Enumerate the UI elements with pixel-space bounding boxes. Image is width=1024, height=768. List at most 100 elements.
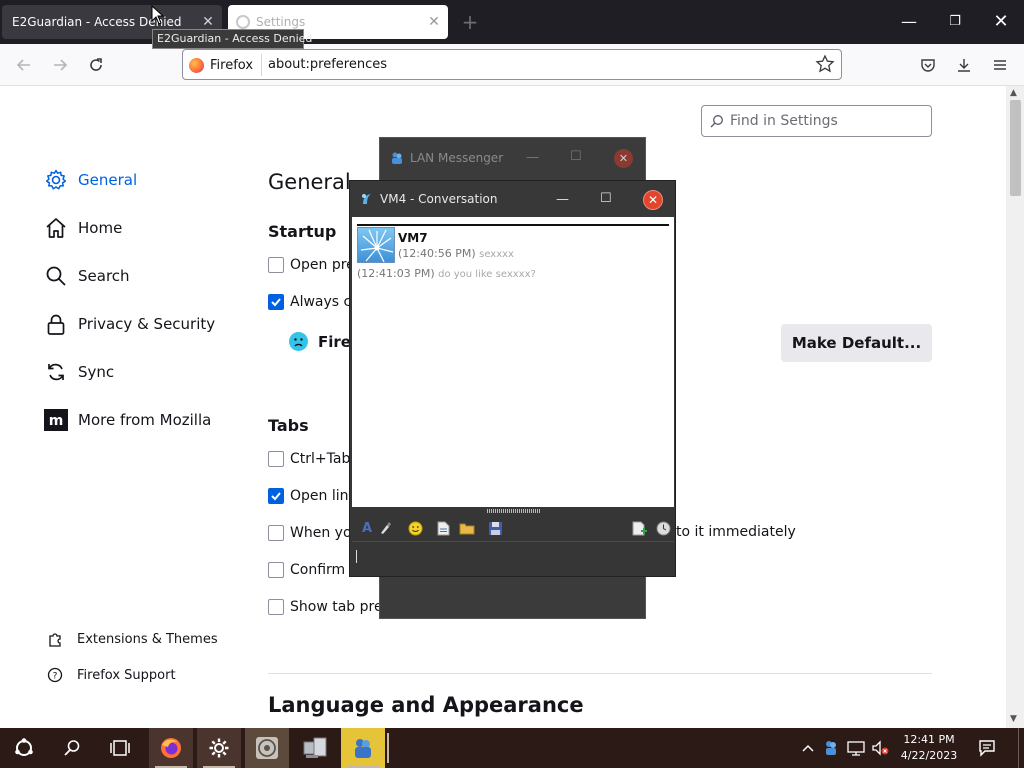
back-button[interactable] xyxy=(10,51,38,79)
download-icon xyxy=(958,59,970,72)
taskbar-lan-messenger[interactable] xyxy=(341,728,385,768)
checkbox[interactable] xyxy=(268,562,284,578)
firefox-icon xyxy=(161,738,181,758)
maximize-button[interactable]: ☐ xyxy=(570,149,582,164)
window-close-button[interactable]: ✕ xyxy=(986,8,1016,36)
pocket-icon xyxy=(921,59,935,72)
show-desktop-button[interactable] xyxy=(1018,728,1024,768)
checkbox-checked[interactable] xyxy=(268,294,284,310)
downloads-button[interactable] xyxy=(950,51,978,79)
message-text: do you like sexxxx? xyxy=(438,269,536,280)
checkbox[interactable] xyxy=(268,525,284,541)
page-title: General xyxy=(268,170,351,194)
splitter-handle[interactable] xyxy=(487,509,541,513)
identity-box[interactable]: Firefox xyxy=(189,54,263,76)
confirm-before-closing-option[interactable]: Confirm b xyxy=(268,562,359,578)
window-maximize-button[interactable]: ❐ xyxy=(940,8,970,36)
conversation-window[interactable]: VM4 - Conversation — ☐ ✕ VM7 (12:40:56 P… xyxy=(349,180,676,577)
taskbar-search-button[interactable] xyxy=(50,728,94,768)
reload-icon xyxy=(90,58,102,71)
category-more-from-mozilla[interactable]: m More from Mozilla xyxy=(44,408,211,432)
url-text[interactable]: about:preferences xyxy=(268,57,387,72)
category-home[interactable]: Home xyxy=(44,216,122,240)
make-default-button[interactable]: Make Default... xyxy=(781,324,932,362)
scroll-up-icon[interactable]: ▲ xyxy=(1010,88,1017,98)
brush-icon[interactable] xyxy=(376,519,394,537)
bookmark-star-icon[interactable] xyxy=(815,54,835,74)
extensions-themes-link[interactable]: Extensions & Themes xyxy=(46,630,218,648)
close-tab-icon[interactable]: ✕ xyxy=(420,14,448,30)
message-history[interactable]: VM7 (12:40:56 PM) sexxxx (12:41:03 PM) d… xyxy=(352,217,674,507)
checkbox[interactable] xyxy=(268,599,284,615)
open-previous-option[interactable]: Open pre xyxy=(268,257,355,273)
tray-network[interactable] xyxy=(845,728,867,768)
maximize-button[interactable]: ☐ xyxy=(600,191,612,206)
lan-messenger-titlebar[interactable]: LAN Messenger — ☐ ✕ xyxy=(380,138,645,178)
conversation-toolbar: A xyxy=(352,515,674,541)
category-general[interactable]: General xyxy=(44,168,137,192)
minimize-button[interactable]: — xyxy=(526,150,539,165)
system-clock[interactable]: 12:41 PM 4/22/2023 xyxy=(893,732,965,764)
checkbox[interactable] xyxy=(268,257,284,273)
section-divider xyxy=(268,673,932,674)
page-scrollbar[interactable]: ▲ ▼ xyxy=(1006,86,1024,728)
taskbar-disk[interactable] xyxy=(245,728,289,768)
category-label: Home xyxy=(78,219,123,237)
folder-icon[interactable] xyxy=(458,519,476,537)
reload-button[interactable] xyxy=(82,51,110,79)
history-icon[interactable] xyxy=(654,519,672,537)
find-in-settings-input[interactable]: Find in Settings xyxy=(701,105,932,137)
always-check-default-option[interactable]: Always ch xyxy=(268,294,360,310)
file-icon[interactable] xyxy=(434,519,452,537)
taskbar-computer[interactable] xyxy=(293,728,337,768)
font-icon[interactable]: A xyxy=(358,519,376,537)
checkbox[interactable] xyxy=(268,451,284,467)
tabs-heading: Tabs xyxy=(268,416,309,435)
tray-lan-messenger[interactable] xyxy=(822,728,840,768)
smiley-icon[interactable] xyxy=(406,519,424,537)
pocket-button[interactable] xyxy=(914,51,942,79)
scroll-thumb[interactable] xyxy=(1010,100,1021,196)
close-button[interactable]: ✕ xyxy=(643,190,663,210)
open-links-in-tabs-option[interactable]: Open link xyxy=(268,488,357,504)
sync-icon xyxy=(44,360,68,384)
network-icon xyxy=(847,741,865,756)
notification-icon xyxy=(979,740,995,757)
close-button[interactable]: ✕ xyxy=(614,149,633,168)
save-icon[interactable] xyxy=(486,519,504,537)
option-label-suffix: to it immediately xyxy=(676,524,796,540)
forward-arrow-icon xyxy=(54,59,68,71)
tray-expand-button[interactable] xyxy=(798,728,818,768)
firefox-support-link[interactable]: ? Firefox Support xyxy=(46,666,176,684)
conversation-titlebar[interactable]: VM4 - Conversation — ☐ ✕ xyxy=(350,181,675,217)
url-bar[interactable]: Firefox about:preferences xyxy=(182,49,842,80)
add-note-icon[interactable] xyxy=(630,519,648,537)
new-tab-button[interactable]: + xyxy=(456,8,484,36)
desktop-screen: E2Guardian - Access Denied ✕ Settings ✕ … xyxy=(0,0,1024,768)
window-minimize-button[interactable]: — xyxy=(894,8,924,36)
volume-muted-icon xyxy=(872,740,889,756)
taskbar-firefox[interactable] xyxy=(149,728,193,768)
minimize-button[interactable]: — xyxy=(556,192,569,207)
message-time: (12:41:03 PM) xyxy=(357,267,435,280)
category-search[interactable]: Search xyxy=(44,264,130,288)
forward-button[interactable] xyxy=(46,51,74,79)
task-view-button[interactable] xyxy=(98,728,142,768)
message-input[interactable] xyxy=(352,541,674,575)
ctrl-tab-option[interactable]: Ctrl+Tab xyxy=(268,451,350,467)
app-menu-button[interactable] xyxy=(986,51,1014,79)
scroll-down-icon[interactable]: ▼ xyxy=(1010,714,1017,724)
taskbar-settings[interactable] xyxy=(197,728,241,768)
notification-center-button[interactable] xyxy=(972,728,1002,768)
history-divider xyxy=(357,224,669,226)
category-sync[interactable]: Sync xyxy=(44,360,114,384)
tray-volume[interactable] xyxy=(869,728,891,768)
checkbox-checked[interactable] xyxy=(268,488,284,504)
close-tab-icon[interactable]: ✕ xyxy=(194,14,222,30)
show-tab-previews-option[interactable]: Show tab prev xyxy=(268,599,391,615)
computer-icon xyxy=(303,737,327,758)
start-button[interactable] xyxy=(0,728,48,768)
category-privacy-security[interactable]: Privacy & Security xyxy=(44,312,215,336)
tab-title: E2Guardian - Access Denied xyxy=(12,15,182,29)
switch-to-new-tab-option[interactable]: When yo xyxy=(268,525,352,541)
